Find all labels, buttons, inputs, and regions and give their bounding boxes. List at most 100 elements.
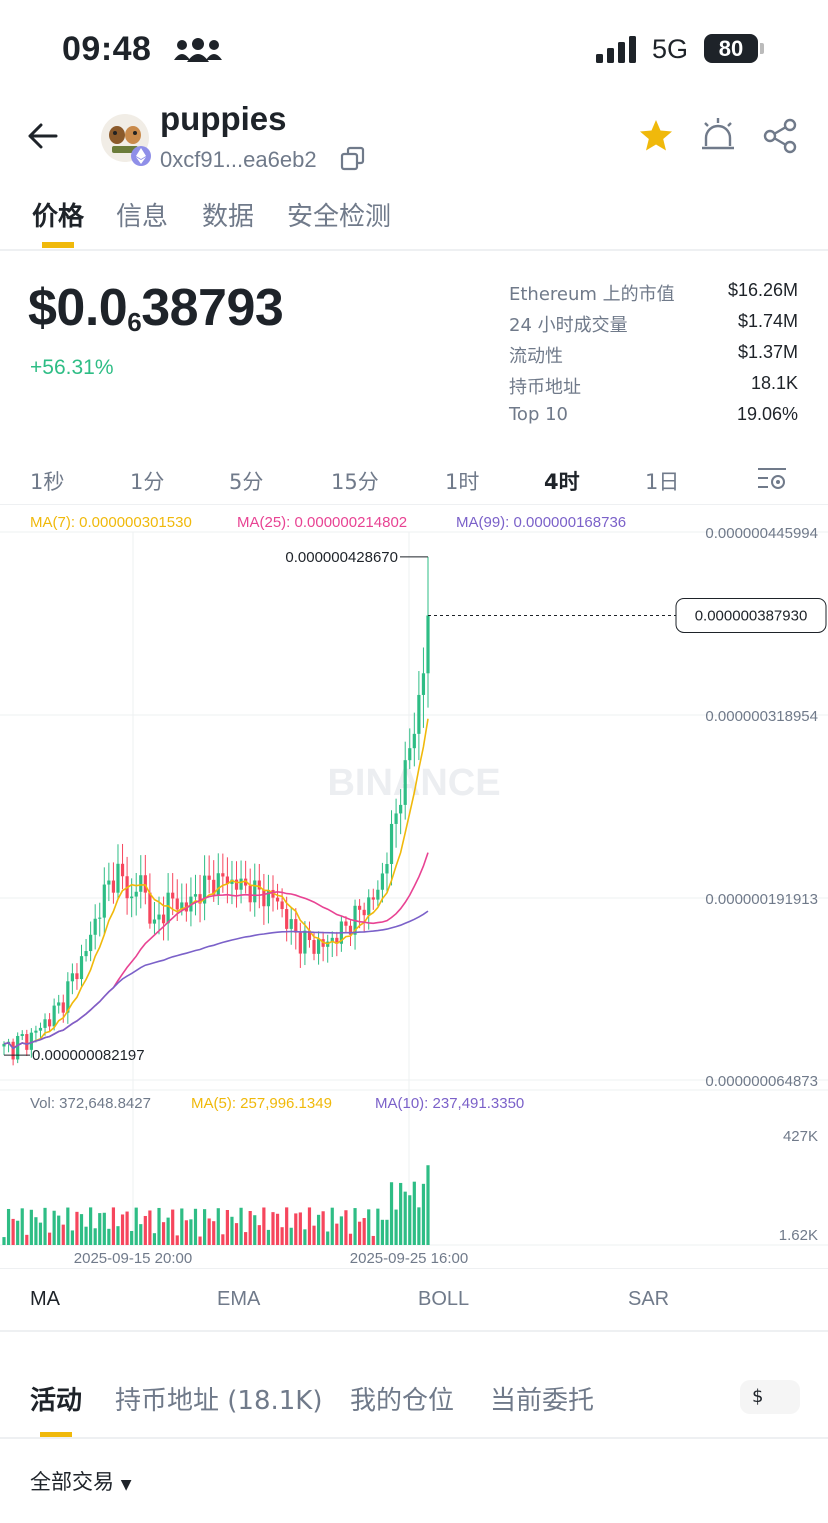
tab-open-orders[interactable]: 当前委托 [490,1380,594,1417]
price-change: +56.31% [30,356,114,379]
candle-body [285,909,289,929]
volume-bar [134,1207,138,1245]
volume-bar [335,1223,339,1245]
back-arrow-icon[interactable] [26,120,60,152]
divider [0,1330,828,1332]
candle-body [38,1027,43,1031]
stat-value-top10: 19.06% [736,404,798,424]
indicator-ema[interactable]: EMA [217,1288,260,1311]
indicator-ma[interactable]: MA [30,1288,60,1311]
ethereum-icon [131,146,151,166]
interval-4h[interactable]: 4时 [544,466,580,496]
volume-bar [312,1225,316,1245]
tab-holders[interactable]: 持币地址 (18.1K) [115,1380,323,1417]
volume-bar [339,1216,343,1245]
volume-bar [75,1211,79,1245]
volume-bar [38,1222,43,1245]
volume-axis-label: 427K [783,1128,818,1145]
candle-body [253,880,257,903]
chart-settings-icon[interactable] [756,464,788,492]
volume-bar [321,1211,325,1245]
tab-activity[interactable]: 活动 [30,1380,82,1417]
volume-bar [294,1213,298,1245]
volume-bar [394,1209,398,1245]
signal-icon [596,36,636,63]
divider [0,249,828,251]
tab-data[interactable]: 数据 [202,196,254,233]
volume-bar [193,1208,198,1245]
tab-price[interactable]: 价格 [32,196,84,233]
volume-bar [403,1191,407,1245]
y-axis-label: 0.000000318954 [705,708,818,725]
star-icon[interactable] [638,118,674,154]
candle-body [102,884,106,918]
candle-body [52,1005,56,1027]
candle-body [426,615,430,674]
interval-5m[interactable]: 5分 [229,466,263,496]
volume-bar [330,1207,334,1245]
volume-bar [57,1215,61,1245]
volume-bar [289,1227,293,1245]
candle-body [367,897,371,916]
volume-bar [66,1207,70,1245]
volume-bar [389,1182,394,1245]
watermark: BINANCE [327,762,500,804]
volume-bar [348,1233,353,1245]
candle-body [216,873,220,895]
volume-bar [102,1212,106,1245]
candle-body [380,873,385,890]
trade-filter-dropdown[interactable]: 全部交易 ▼ [30,1466,131,1496]
interval-1d[interactable]: 1日 [645,466,679,496]
candle-body [11,1041,15,1060]
volume-bar [152,1233,157,1245]
candle-body [207,875,211,880]
volume-bar [6,1208,11,1245]
volume-bar [116,1226,120,1245]
candle-body [275,897,280,902]
alert-icon[interactable] [700,116,736,154]
volume-bar [139,1224,143,1245]
currency-toggle[interactable]: $ [740,1380,800,1414]
candle-body [303,930,307,954]
volume-bar [61,1224,65,1245]
interval-15m[interactable]: 15分 [331,466,379,496]
candle-body [116,863,120,893]
interval-1h[interactable]: 1时 [445,466,479,496]
candle-body [75,973,79,980]
tab-security[interactable]: 安全检测 [287,196,391,233]
network-label: 5G [652,34,689,64]
high-price-label: 0.000000428670 [285,549,398,566]
volume-bar [262,1207,266,1245]
tab-my-positions[interactable]: 我的仓位 [350,1380,454,1417]
low-price-label: 0.000000082197 [32,1047,145,1064]
indicator-boll[interactable]: BOLL [418,1288,469,1311]
volume-bar [426,1165,430,1245]
volume-bar [358,1221,362,1245]
volume-bar [225,1209,229,1245]
volume-bar [244,1232,248,1245]
trade-filter-label: 全部交易 [30,1470,114,1494]
candle-body [412,733,416,749]
interval-1m[interactable]: 1分 [130,466,164,496]
copy-icon[interactable] [340,146,366,172]
candle-body [120,863,125,877]
indicator-sar[interactable]: SAR [628,1288,669,1311]
volume-bar [408,1195,412,1245]
volume-ma10-legend: MA(10): 237,491.3350 [375,1095,525,1112]
candle-body [139,875,143,892]
volume-bar [161,1222,166,1245]
stat-label-holders: 持币地址 [509,377,581,398]
price-chart[interactable]: BINANCE 0.000000445994 0.000000318954 0.000… [0,505,828,1268]
share-icon[interactable] [762,118,798,154]
group-icon [174,38,222,62]
volume-bar [120,1214,125,1245]
volume-bar [380,1219,385,1245]
candle-body [20,1034,24,1036]
candle-body [25,1034,29,1050]
volume-bar [212,1221,216,1245]
candle-body [408,748,412,761]
tab-info[interactable]: 信息 [116,196,168,233]
battery-nub [760,43,764,54]
interval-1s[interactable]: 1秒 [30,466,64,496]
candle-body [399,804,403,814]
